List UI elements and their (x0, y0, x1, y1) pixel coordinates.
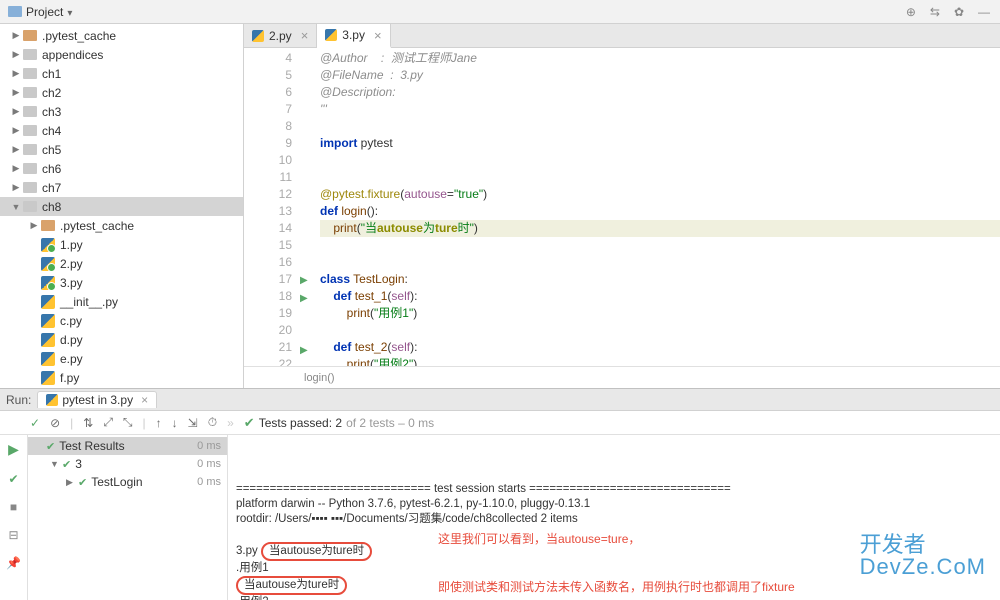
tree-item[interactable]: ▶ch3 (0, 102, 243, 121)
tree-item[interactable]: ▶ch7 (0, 178, 243, 197)
test-status: ✔ Tests passed: 2 of 2 tests – 0 ms (244, 415, 434, 431)
close-icon[interactable]: × (374, 28, 382, 43)
python-icon (46, 394, 58, 406)
run-line-icon[interactable]: ▶ (300, 293, 308, 304)
run-config-tab[interactable]: pytest in 3.py × (37, 391, 157, 408)
toolbar-actions: ⊕ ⇆ ✿ — (906, 5, 1000, 19)
tree-item[interactable]: 1.py (0, 235, 243, 254)
tree-item[interactable]: f.py (0, 368, 243, 387)
editor-tab[interactable]: 3.py× (317, 24, 390, 48)
project-dropdown[interactable]: Project (0, 5, 80, 19)
fail-filter-icon[interactable]: ⊘ (50, 416, 60, 430)
pin-icon[interactable]: 📌 (6, 556, 21, 570)
layout-icon[interactable]: ⊟ (8, 528, 18, 542)
settings-icon[interactable]: ✿ (954, 5, 964, 19)
tree-item[interactable]: e.py (0, 349, 243, 368)
close-icon[interactable]: × (301, 28, 309, 43)
tree-item[interactable]: d.py (0, 330, 243, 349)
tree-item[interactable]: 2.py (0, 254, 243, 273)
editor-body[interactable]: 4567891011121314151617181920212223242526… (244, 48, 1000, 366)
run-icon[interactable]: ▶ (8, 441, 19, 458)
tree-item[interactable]: ▶.pytest_cache (0, 26, 243, 45)
target-icon[interactable]: ⊕ (906, 5, 916, 19)
status-rest: of 2 tests – 0 ms (346, 416, 434, 430)
run-body: ▶ ✔ ■ ⊟ 📌 ✔Test Results0 ms▼✔30 ms▶✔Test… (0, 435, 1000, 600)
tree-item[interactable]: c.py (0, 311, 243, 330)
expand-icon[interactable]: ⤢ (103, 415, 113, 430)
test-tree-row[interactable]: ✔Test Results0 ms (28, 437, 227, 455)
hide-icon[interactable]: — (978, 5, 990, 19)
project-folder-icon (8, 6, 22, 17)
code-content[interactable]: @Author : 测试工程师Jane@FileName : 3.py@Desc… (320, 48, 1000, 366)
run-header: Run: pytest in 3.py × (0, 389, 1000, 411)
close-icon[interactable]: × (141, 393, 148, 407)
tree-item[interactable]: ▼ch8 (0, 197, 243, 216)
test-tree-row[interactable]: ▶✔TestLogin0 ms (28, 473, 227, 491)
chevron-down-icon (67, 5, 72, 19)
project-tree[interactable]: ▶.pytest_cache▶appendices▶ch1▶ch2▶ch3▶ch… (0, 24, 244, 388)
main-split: ▶.pytest_cache▶appendices▶ch1▶ch2▶ch3▶ch… (0, 24, 1000, 388)
top-toolbar: Project ⊕ ⇆ ✿ — (0, 0, 1000, 24)
editor-tabs: 2.py×3.py× (244, 24, 1000, 48)
project-label: Project (26, 5, 63, 19)
next-icon[interactable]: ↓ (172, 416, 178, 430)
tree-item[interactable]: ▶ch6 (0, 159, 243, 178)
gutter-run-icons: ▶▶ ▶ ▶ (300, 48, 320, 366)
pass-icon: ✔ (244, 415, 255, 431)
check-icon[interactable]: ✓ (30, 416, 40, 430)
run-panel: Run: pytest in 3.py × ✓ ⊘ | ⇅ ⤢ ⤡ | ↑ ↓ … (0, 388, 1000, 600)
tree-item[interactable]: ▶ch4 (0, 121, 243, 140)
run-side-toolbar: ▶ ✔ ■ ⊟ 📌 (0, 435, 28, 600)
rerun-icon[interactable]: ✔ (8, 472, 18, 486)
tree-item[interactable]: ▶ch2 (0, 83, 243, 102)
run-title: Run: (6, 393, 31, 407)
tree-item[interactable]: 3.py (0, 273, 243, 292)
status-passed: Tests passed: 2 (259, 416, 342, 430)
run-line-icon[interactable]: ▶ (300, 345, 308, 356)
export-icon[interactable]: ⇲ (188, 416, 198, 430)
tree-item[interactable]: ▶.pytest_cache (0, 216, 243, 235)
prev-icon[interactable]: ↑ (156, 416, 162, 430)
tree-item[interactable]: ▶ch1 (0, 64, 243, 83)
collapse-icon[interactable]: ⇆ (930, 5, 940, 19)
run-tab-label: pytest in 3.py (62, 393, 133, 407)
stop-icon[interactable]: ■ (10, 500, 17, 514)
collapse-all-icon[interactable]: ⤡ (123, 415, 133, 430)
watermark: 开发者 DevZe.CoM (860, 534, 986, 578)
tree-item[interactable]: __init__.py (0, 292, 243, 311)
editor-tab[interactable]: 2.py× (244, 24, 317, 47)
run-toolbar: ✓ ⊘ | ⇅ ⤢ ⤡ | ↑ ↓ ⇲ ⏱ » ✔ Tests passed: … (0, 411, 1000, 435)
breadcrumb-item[interactable]: login() (304, 372, 335, 384)
sort-icon[interactable]: ⇅ (83, 416, 93, 430)
test-tree-row[interactable]: ▼✔30 ms (28, 455, 227, 473)
annotation-text: 这里我们可以看到，当autouse=ture， 即使测试类和测试方法未传入函数名… (438, 499, 795, 600)
editor-area: 2.py×3.py× 45678910111213141516171819202… (244, 24, 1000, 388)
run-line-icon[interactable]: ▶ (300, 275, 308, 286)
tree-item[interactable]: ▶ch5 (0, 140, 243, 159)
breadcrumb[interactable]: login() (244, 366, 1000, 388)
tree-item[interactable]: ▶appendices (0, 45, 243, 64)
test-results-tree[interactable]: ✔Test Results0 ms▼✔30 ms▶✔TestLogin0 ms (28, 435, 228, 600)
history-icon[interactable]: ⏱ (208, 415, 217, 430)
line-numbers-gutter: 4567891011121314151617181920212223242526 (244, 48, 300, 366)
